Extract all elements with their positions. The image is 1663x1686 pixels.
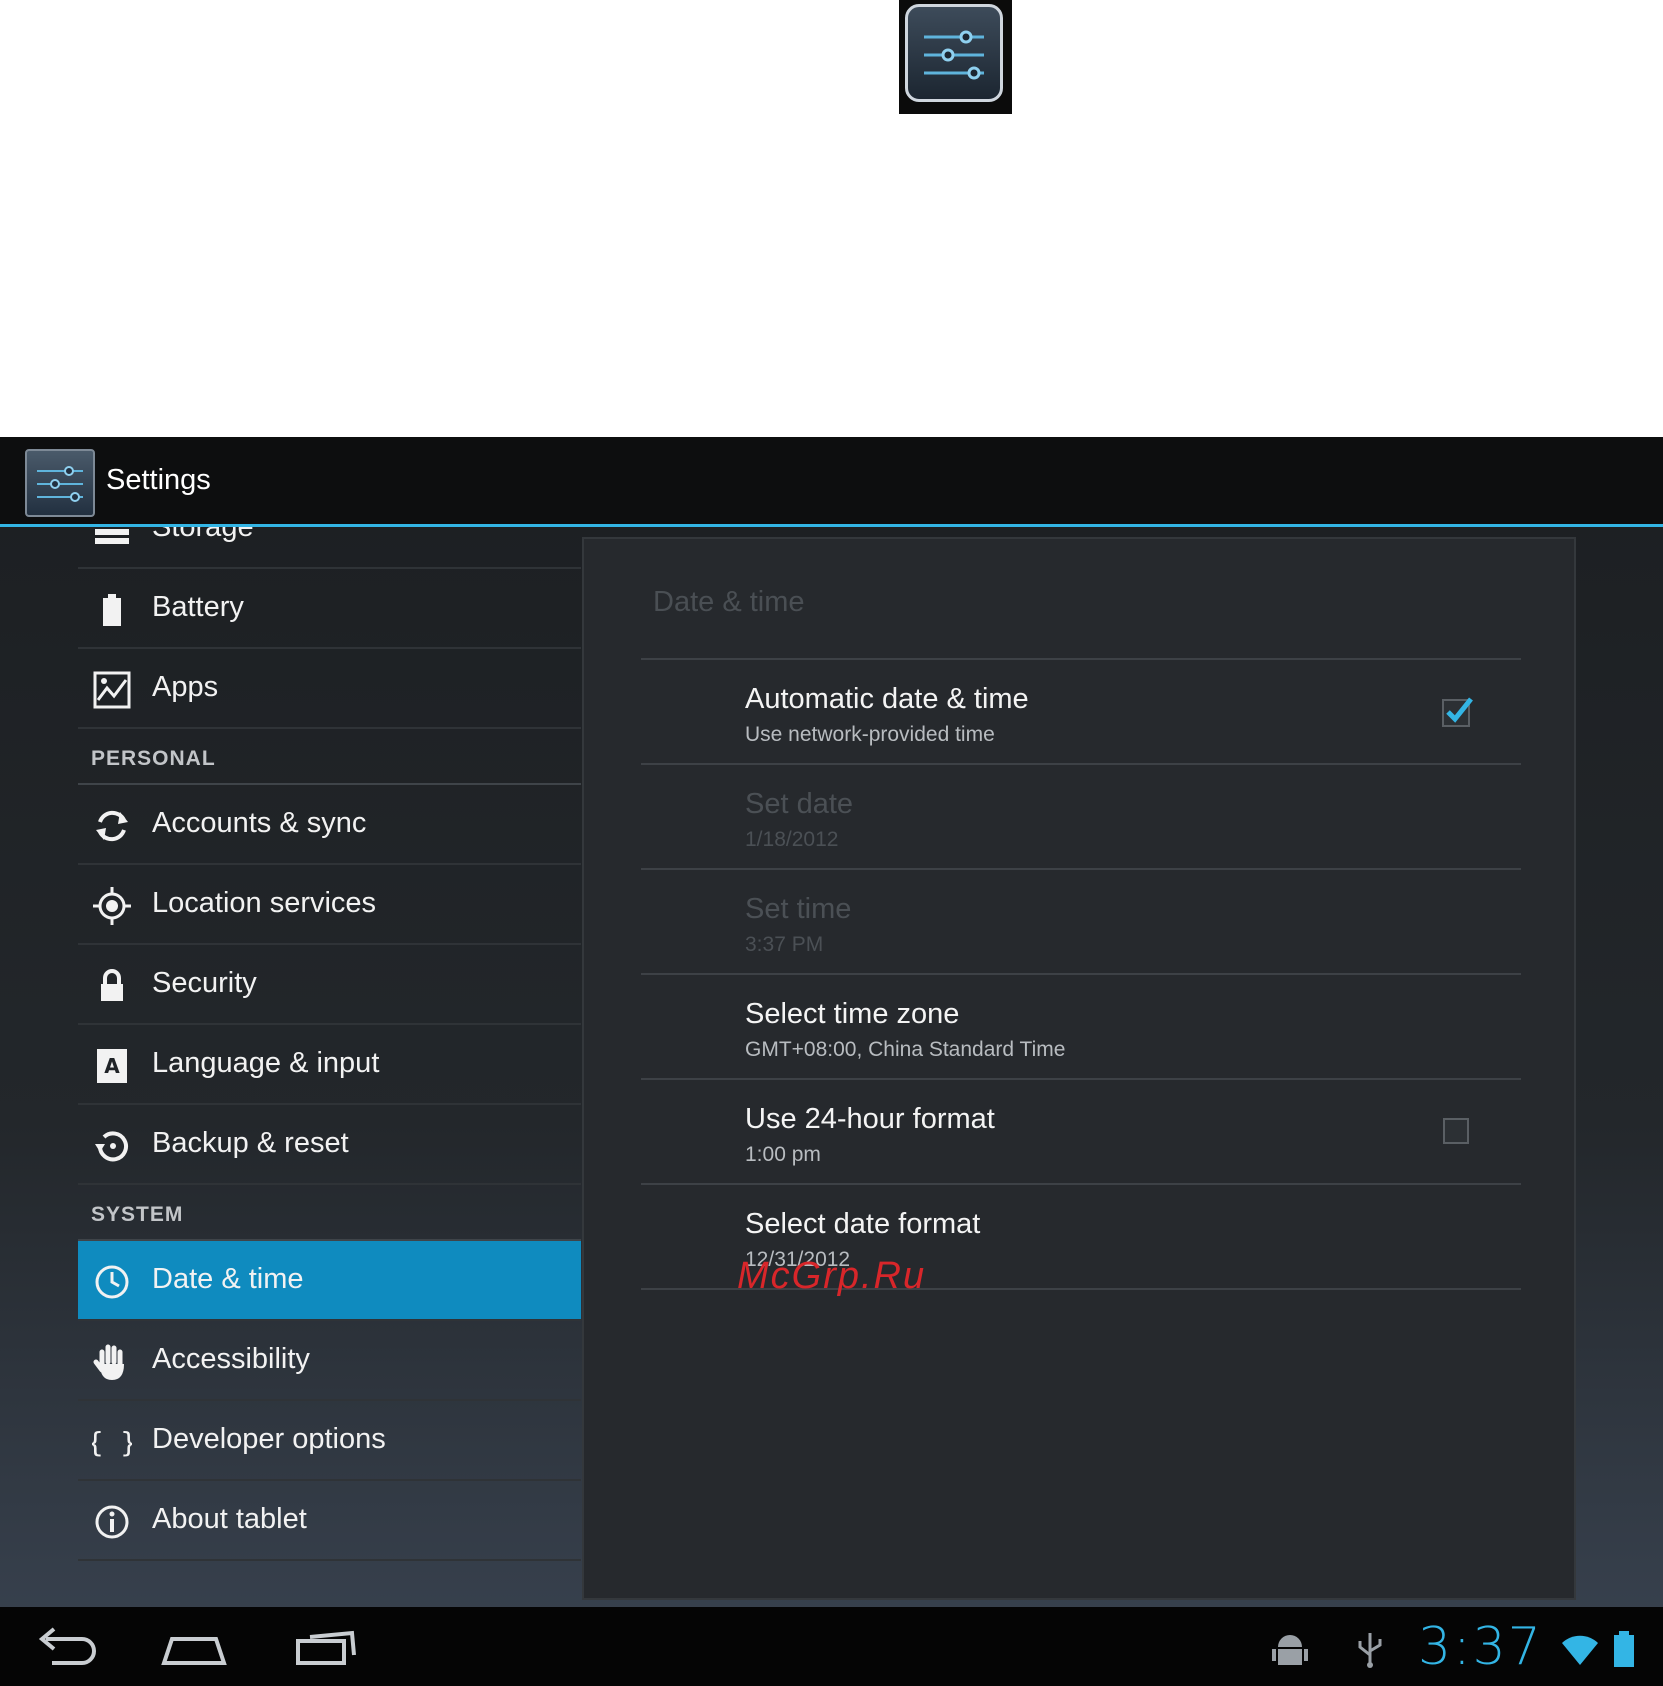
sidebar-item-label: Accessibility <box>152 1343 310 1375</box>
info-icon <box>95 1505 129 1539</box>
checkbox-checked-icon[interactable] <box>1441 694 1475 728</box>
pref-title: Use 24-hour format <box>745 1103 995 1135</box>
system-nav-bar: 3:37 <box>0 1607 1663 1686</box>
sidebar-item-language[interactable]: A Language & input <box>78 1025 581 1105</box>
sidebar-item-apps[interactable]: Apps <box>78 649 581 729</box>
pref-title: Select date format <box>745 1208 981 1240</box>
section-header-personal: PERSONAL <box>78 729 581 785</box>
sidebar-item-label: Backup & reset <box>152 1127 349 1159</box>
sidebar-item-label: Apps <box>152 671 219 703</box>
pref-summary: 1:00 pm <box>745 1143 821 1166</box>
pref-title: Automatic date & time <box>745 683 1029 715</box>
sidebar-item-security[interactable]: Security <box>78 945 581 1025</box>
pref-set-date: Set date 1/18/2012 <box>641 765 1521 870</box>
lock-icon <box>101 969 123 1001</box>
sidebar-item-accounts-sync[interactable]: Accounts & sync <box>78 785 581 865</box>
sidebar-item-label: Storage <box>152 527 254 543</box>
hand-icon <box>93 1344 124 1380</box>
sidebar-item-storage[interactable]: Storage <box>78 527 581 569</box>
braces-icon: { } <box>92 1426 132 1459</box>
backup-icon <box>95 1131 128 1162</box>
sidebar-item-accessibility[interactable]: Accessibility <box>78 1321 581 1401</box>
clock-icon <box>95 1265 129 1299</box>
settings-sidebar: Storage Battery Apps PERSONAL Accounts &… <box>78 527 581 1597</box>
usb-icon <box>1358 1633 1382 1668</box>
pref-title: Set time <box>745 893 852 925</box>
language-icon: A <box>97 1049 127 1083</box>
storage-icon <box>95 529 129 544</box>
sidebar-item-battery[interactable]: Battery <box>78 569 581 649</box>
pref-use-24-hour-format[interactable]: Use 24-hour format 1:00 pm <box>641 1080 1521 1185</box>
settings-app-icon <box>899 0 1012 114</box>
back-icon[interactable] <box>32 1625 104 1669</box>
settings-sliders-icon <box>924 30 984 80</box>
sidebar-item-about-tablet[interactable]: About tablet <box>78 1481 581 1561</box>
app-title: Settings <box>106 464 211 496</box>
pref-set-time: Set time 3:37 PM <box>641 870 1521 975</box>
sidebar-item-label: Date & time <box>152 1263 304 1295</box>
pref-title: Select time zone <box>745 998 960 1030</box>
checkbox-unchecked-icon[interactable] <box>1443 1118 1469 1144</box>
pref-summary: 3:37 PM <box>745 933 824 956</box>
battery-icon <box>103 594 121 626</box>
android-debug-icon <box>1272 1635 1308 1665</box>
wifi-icon <box>1562 1635 1598 1665</box>
date-time-panel: Date & time Automatic date & time Use ne… <box>582 537 1576 1600</box>
pref-summary: 1/18/2012 <box>745 828 839 851</box>
pref-title: Set date <box>745 788 854 820</box>
section-header-system: SYSTEM <box>78 1185 581 1241</box>
panel-title: Date & time <box>653 586 805 618</box>
sidebar-item-date-time[interactable]: Date & time <box>78 1241 581 1321</box>
svg-text:{ }: { } <box>92 1426 132 1459</box>
sidebar-item-label: Battery <box>152 591 244 623</box>
watermark: McGrp.Ru <box>737 1255 927 1297</box>
pref-automatic-date-time[interactable]: Automatic date & time Use network-provid… <box>641 660 1521 765</box>
home-icon[interactable] <box>158 1625 230 1669</box>
sidebar-item-location[interactable]: Location services <box>78 865 581 945</box>
apps-icon <box>93 671 131 709</box>
tablet-screen: Settings Storage Battery Apps PERSONAL A… <box>0 437 1663 1686</box>
action-bar: Settings <box>0 437 1663 527</box>
recent-apps-icon[interactable] <box>292 1625 364 1669</box>
pref-select-time-zone[interactable]: Select time zone GMT+08:00, China Standa… <box>641 975 1521 1080</box>
sidebar-item-label: Developer options <box>152 1423 386 1455</box>
sidebar-item-developer-options[interactable]: { } Developer options <box>78 1401 581 1481</box>
sidebar-item-label: Security <box>152 967 257 999</box>
location-icon <box>93 887 131 925</box>
sidebar-item-label: Accounts & sync <box>152 807 367 839</box>
settings-icon[interactable] <box>25 449 95 517</box>
battery-status-icon <box>1614 1631 1634 1667</box>
pref-summary: Use network-provided time <box>745 723 995 746</box>
sidebar-item-backup-reset[interactable]: Backup & reset <box>78 1105 581 1185</box>
sync-icon <box>96 810 128 842</box>
sidebar-item-label: Location services <box>152 887 377 919</box>
pref-summary: GMT+08:00, China Standard Time <box>745 1038 1066 1061</box>
svg-text:A: A <box>104 1054 120 1078</box>
sidebar-item-label: Language & input <box>152 1047 380 1079</box>
sidebar-item-label: About tablet <box>152 1503 307 1535</box>
status-clock: 3:37 <box>1418 1617 1543 1677</box>
